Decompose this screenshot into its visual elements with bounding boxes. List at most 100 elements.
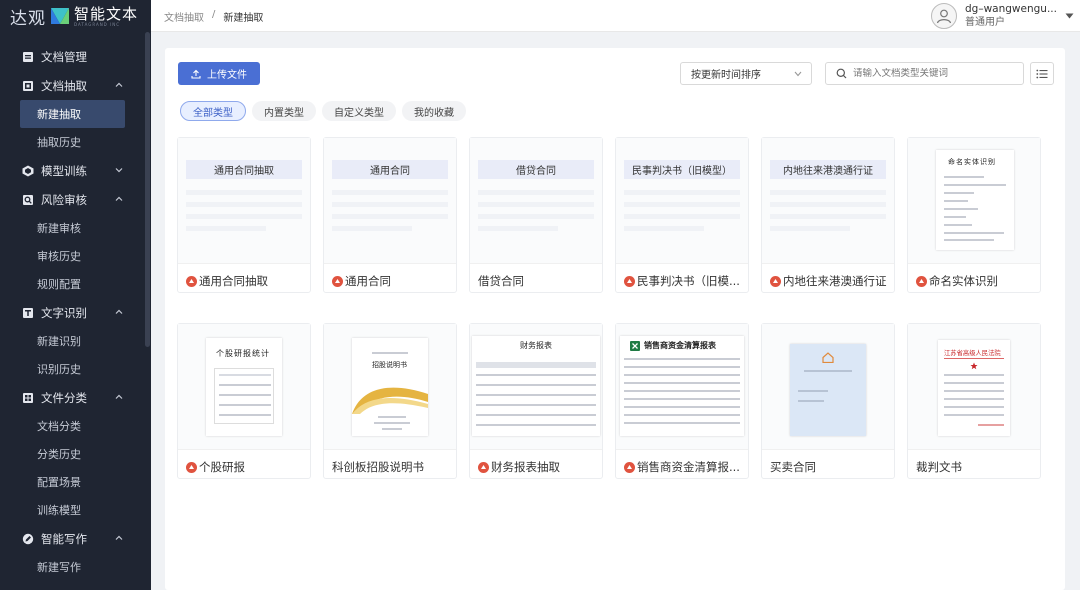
- template-card[interactable]: 命名实体识别 命名实体识别: [907, 137, 1041, 293]
- chevron-up-icon: [115, 309, 123, 314]
- search-icon: [836, 68, 847, 79]
- user-menu[interactable]: dg–wangwengu... 普通用户: [931, 2, 1074, 29]
- sort-select-value: 按更新时间排序: [691, 70, 761, 81]
- sidebar-scrollbar[interactable]: [145, 32, 150, 347]
- doc-heading: 招股说明书: [372, 361, 407, 369]
- thumb-line: [624, 202, 740, 207]
- tab-builtin-types[interactable]: 内置类型: [252, 101, 316, 121]
- template-card[interactable]: 个股研报统计 个股研报: [177, 323, 311, 479]
- doc-manage-icon: [21, 50, 34, 63]
- doc-extract-icon: [21, 79, 34, 92]
- doc-line: [624, 422, 740, 424]
- template-card[interactable]: 财务报表 财务报表抽取: [469, 323, 603, 479]
- search-box[interactable]: [825, 62, 1024, 85]
- doc-line: [476, 404, 596, 406]
- chevron-up-icon: [115, 535, 123, 540]
- sidebar-group-file-classify[interactable]: 文件分类: [0, 383, 145, 412]
- star-icon: [970, 362, 978, 370]
- builtin-badge-icon: [186, 275, 197, 287]
- doc-line: [798, 400, 824, 402]
- template-card[interactable]: 借贷合同 借贷合同: [469, 137, 603, 293]
- template-card[interactable]: 买卖合同: [761, 323, 895, 479]
- thumb-line: [332, 190, 448, 195]
- card-title-text: 买卖合同: [770, 460, 816, 474]
- sidebar-group-doc-extract[interactable]: 文档抽取: [0, 71, 145, 100]
- doc-line: [219, 374, 271, 376]
- sidebar-group-ocr[interactable]: 文字识别: [0, 298, 145, 327]
- tab-custom-types[interactable]: 自定义类型: [322, 101, 396, 121]
- upload-icon: [191, 69, 201, 79]
- doc-line: [944, 239, 994, 241]
- search-input[interactable]: [853, 68, 1013, 79]
- doc-line: [944, 224, 972, 226]
- sidebar-item-new-extract[interactable]: 新建抽取: [20, 100, 125, 128]
- card-title: 通用合同: [332, 273, 454, 289]
- template-card[interactable]: 招股说明书 科创板招股说明书: [323, 323, 457, 479]
- template-card[interactable]: 江苏省高级人民法院 裁判文书: [907, 323, 1041, 479]
- doc-line: [624, 366, 740, 368]
- document-preview: 财务报表: [472, 336, 600, 436]
- thumb-line: [478, 190, 594, 195]
- list-view-button[interactable]: [1030, 62, 1054, 85]
- thumb-line: [332, 226, 412, 231]
- ocr-icon: [21, 306, 34, 319]
- sidebar-item-new-ocr[interactable]: 新建识别: [0, 327, 145, 355]
- doc-line: [219, 414, 271, 416]
- sidebar-item-new-write[interactable]: 新建写作: [0, 553, 145, 581]
- card-thumbnail: 通用合同抽取: [178, 138, 310, 264]
- card-title: 内地往来港澳通行证: [770, 273, 892, 289]
- card-title-text: 财务报表抽取: [491, 460, 560, 474]
- sidebar-item-extract-history[interactable]: 抽取历史: [0, 128, 145, 156]
- chevron-up-icon: [115, 82, 123, 87]
- tab-favorites[interactable]: 我的收藏: [402, 101, 466, 121]
- card-thumbnail: 销售商资金清算报表: [616, 324, 748, 450]
- doc-line: [476, 424, 596, 426]
- template-card[interactable]: 通用合同 通用合同: [323, 137, 457, 293]
- avatar[interactable]: [931, 2, 957, 29]
- sidebar-item-train-model[interactable]: 训练模型: [0, 496, 145, 524]
- type-tabs: 全部类型 内置类型 自定义类型 我的收藏: [180, 101, 466, 121]
- breadcrumb-link[interactable]: 文档抽取: [164, 9, 204, 24]
- sort-select[interactable]: 按更新时间排序: [680, 62, 812, 85]
- doc-line: [624, 406, 740, 408]
- upload-button[interactable]: 上传文件: [178, 62, 260, 85]
- sidebar-item-classify-history[interactable]: 分类历史: [0, 440, 145, 468]
- doc-line: [624, 374, 740, 376]
- template-card[interactable]: 销售商资金清算报表 销售商资金清算报...: [615, 323, 749, 479]
- sidebar: 达观 智能文本 DATAGRAND INC 文档管理 文档抽取 新建抽取 抽取历…: [0, 0, 151, 590]
- sidebar-item-config-scene[interactable]: 配置场景: [0, 468, 145, 496]
- chevron-up-icon: [115, 196, 123, 201]
- template-card[interactable]: 内地往来港澳通行证 内地往来港澳通行证: [761, 137, 895, 293]
- doc-line: [804, 370, 852, 372]
- doc-heading: 销售商资金清算报表: [644, 341, 716, 350]
- doc-stamp-line: [978, 424, 1004, 426]
- doc-line: [382, 428, 402, 430]
- sidebar-group-doc-manage[interactable]: 文档管理: [0, 42, 145, 71]
- upload-button-label: 上传文件: [207, 70, 247, 81]
- tab-all-types[interactable]: 全部类型: [180, 101, 246, 121]
- thumb-line: [478, 202, 594, 207]
- logo-subtitle: DATAGRAND INC: [74, 21, 120, 27]
- builtin-badge-icon: [770, 275, 781, 287]
- doc-line: [944, 208, 978, 210]
- sidebar-group-smart-write[interactable]: 智能写作: [0, 524, 145, 553]
- sidebar-item-ocr-history[interactable]: 识别历史: [0, 355, 145, 383]
- thumb-header: 通用合同抽取: [186, 160, 302, 179]
- card-title-text: 通用合同: [345, 274, 391, 288]
- sidebar-group-risk-review[interactable]: 风险审核: [0, 185, 145, 214]
- card-title-text: 裁判文书: [916, 460, 962, 474]
- user-name: dg–wangwengu...: [965, 3, 1057, 15]
- caret-down-icon[interactable]: [1065, 13, 1074, 19]
- sidebar-item-new-review[interactable]: 新建审核: [0, 214, 145, 242]
- sidebar-group-model-train[interactable]: 模型训练: [0, 156, 145, 185]
- sidebar-item-review-history[interactable]: 审核历史: [0, 242, 145, 270]
- sidebar-item-rule-config[interactable]: 规则配置: [0, 270, 145, 298]
- doc-line: [944, 406, 1004, 408]
- app-logo[interactable]: 达观 智能文本 DATAGRAND INC: [0, 0, 151, 32]
- sidebar-item-doc-classify[interactable]: 文档分类: [0, 412, 145, 440]
- thumb-line: [624, 226, 704, 231]
- template-card[interactable]: 通用合同抽取 通用合同抽取: [177, 137, 311, 293]
- template-card[interactable]: 民事判决书（旧模型） 民事判决书（旧模...: [615, 137, 749, 293]
- card-title: 民事判决书（旧模...: [624, 273, 746, 289]
- builtin-badge-icon: [478, 461, 489, 473]
